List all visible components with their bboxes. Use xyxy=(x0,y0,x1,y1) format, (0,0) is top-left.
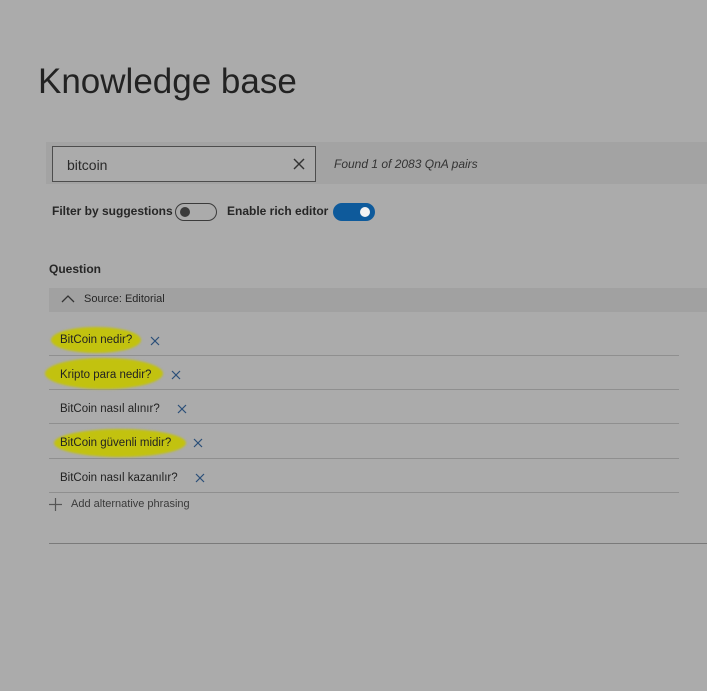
add-alternative-phrasing-label: Add alternative phrasing xyxy=(71,498,190,510)
toggle-knob xyxy=(180,207,190,217)
page-title: Knowledge base xyxy=(38,62,297,101)
plus-icon xyxy=(49,498,62,511)
question-row: BitCoin nasıl alınır? xyxy=(49,389,679,424)
question-row: BitCoin güvenli midir? xyxy=(49,424,679,459)
search-result-count: Found 1 of 2083 QnA pairs xyxy=(334,157,478,171)
enable-rich-editor-toggle[interactable] xyxy=(333,203,375,221)
question-row: Kripto para nedir? xyxy=(45,355,679,390)
question-text[interactable]: BitCoin nasıl kazanılır? xyxy=(60,472,178,484)
question-text[interactable]: BitCoin güvenli midir? xyxy=(60,437,171,449)
question-row: BitCoin nasıl kazanılır? xyxy=(49,458,679,493)
question-row: BitCoin nedir? xyxy=(49,321,679,356)
remove-icon[interactable] xyxy=(195,473,205,483)
remove-icon[interactable] xyxy=(171,370,181,380)
question-text[interactable]: BitCoin nasıl alınır? xyxy=(60,403,160,415)
toggle-knob xyxy=(360,207,370,217)
close-icon[interactable] xyxy=(291,156,307,172)
source-label: Source: Editorial xyxy=(84,293,165,305)
search-input-value[interactable]: bitcoin xyxy=(67,157,107,173)
search-input[interactable]: bitcoin xyxy=(52,146,316,182)
question-text[interactable]: BitCoin nedir? xyxy=(60,334,132,346)
remove-icon[interactable] xyxy=(177,404,187,414)
remove-icon[interactable] xyxy=(193,438,203,448)
remove-icon[interactable] xyxy=(150,336,160,346)
enable-rich-editor-label: Enable rich editor xyxy=(227,204,329,218)
filter-by-suggestions-label: Filter by suggestions xyxy=(52,204,173,218)
filter-by-suggestions-toggle[interactable] xyxy=(175,203,217,221)
question-text[interactable]: Kripto para nedir? xyxy=(60,369,151,381)
question-column-header: Question xyxy=(49,262,102,276)
source-group-header[interactable]: Source: Editorial xyxy=(49,288,707,312)
divider xyxy=(49,543,707,544)
chevron-up-icon[interactable] xyxy=(61,294,75,304)
